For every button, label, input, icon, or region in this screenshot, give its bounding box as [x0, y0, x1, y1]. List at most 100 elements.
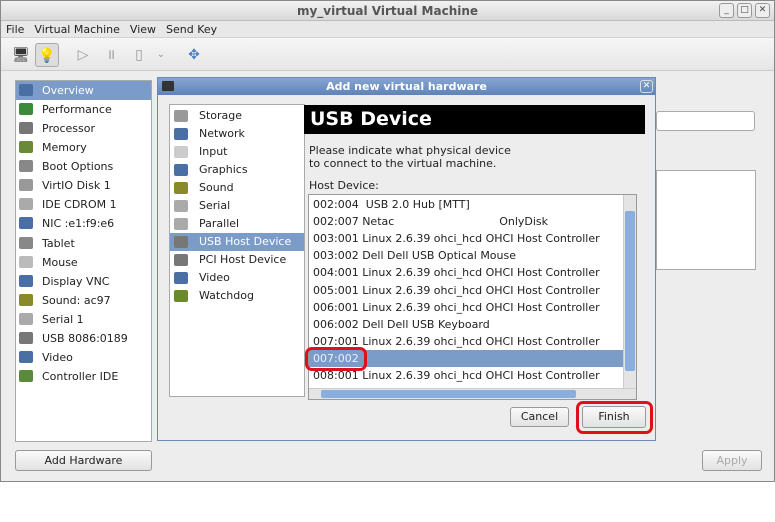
hardware-icon — [19, 217, 33, 230]
annotation-highlight-device — [305, 347, 367, 371]
category-item[interactable]: Parallel — [170, 215, 304, 233]
sidebar-item[interactable]: Memory — [16, 138, 151, 157]
device-row[interactable]: 004:001 Linux 2.6.39 ohci_hcd OHCI Host … — [309, 264, 623, 281]
menu-bar: File Virtual Machine View Send Key — [1, 21, 774, 38]
device-row[interactable]: 005:001 Linux 2.6.39 ohci_hcd OHCI Host … — [309, 282, 623, 299]
category-item[interactable]: Video — [170, 269, 304, 287]
sidebar-item[interactable]: Boot Options — [16, 157, 151, 176]
category-label: Sound — [199, 181, 234, 194]
pause-icon[interactable]: ॥ — [99, 43, 123, 67]
device-row[interactable]: 006:001 Linux 2.6.39 ohci_hcd OHCI Host … — [309, 299, 623, 316]
category-label: Watchdog — [199, 289, 254, 302]
fullscreen-icon[interactable]: ✥ — [182, 43, 206, 67]
hardware-icon — [19, 103, 33, 116]
device-row[interactable]: 006:002 Dell Dell USB Keyboard — [309, 316, 623, 333]
sidebar-item-label: Controller IDE — [42, 370, 119, 384]
sidebar-item[interactable]: Mouse — [16, 253, 151, 272]
category-label: PCI Host Device — [199, 253, 287, 266]
sidebar-item[interactable]: Controller IDE — [16, 367, 151, 386]
sidebar-item-label: NIC :e1:f9:e6 — [42, 217, 115, 231]
sidebar-item[interactable]: Video — [16, 348, 151, 367]
category-item[interactable]: PCI Host Device — [170, 251, 304, 269]
sidebar-item[interactable]: NIC :e1:f9:e6 — [16, 214, 151, 233]
dialog-title: Add new virtual hardware — [326, 80, 487, 93]
menu-file[interactable]: File — [1, 21, 29, 38]
finish-button[interactable]: Finish — [582, 406, 646, 428]
host-device-label: Host Device: — [309, 179, 379, 192]
section-header: USB Device — [304, 105, 645, 134]
category-item[interactable]: Serial — [170, 197, 304, 215]
category-item[interactable]: Graphics — [170, 161, 304, 179]
category-label: Graphics — [199, 163, 248, 176]
category-item[interactable]: Network — [170, 125, 304, 143]
close-button[interactable]: ✕ — [755, 3, 770, 18]
hardware-icon — [19, 331, 33, 344]
cancel-button[interactable]: Cancel — [510, 407, 569, 427]
category-item[interactable]: Input — [170, 143, 304, 161]
name-field[interactable] — [656, 111, 755, 131]
menu-virtual-machine[interactable]: Virtual Machine — [29, 21, 125, 38]
add-hardware-dialog: Add new virtual hardware ✕ Storage Networ… — [157, 77, 656, 441]
console-icon[interactable]: 🖥 — [9, 43, 33, 67]
hardware-icon — [19, 198, 33, 211]
sidebar-item-label: Processor — [42, 122, 95, 136]
hscrollbar-thumb[interactable] — [321, 390, 576, 398]
sidebar-item[interactable]: Serial 1 — [16, 310, 151, 329]
category-label: Parallel — [199, 217, 240, 230]
add-hardware-button[interactable]: Add Hardware — [15, 450, 152, 471]
sidebar-item[interactable]: Performance — [16, 100, 151, 119]
shutdown-icon[interactable]: ▯ — [127, 43, 151, 67]
sidebar-item-label: Mouse — [42, 255, 78, 269]
category-label: Network — [199, 127, 245, 140]
sidebar-item[interactable]: Overview — [16, 81, 151, 100]
apply-button[interactable]: Apply — [702, 450, 762, 471]
hardware-icon — [19, 160, 33, 173]
description-field[interactable] — [656, 170, 756, 270]
device-row[interactable]: 003:001 Linux 2.6.39 ohci_hcd OHCI Host … — [309, 230, 623, 247]
sidebar-item[interactable]: USB 8086:0189 — [16, 329, 151, 348]
dropdown-icon[interactable]: ⌄ — [149, 43, 173, 67]
hardware-icon — [19, 179, 33, 192]
sidebar-item[interactable]: Tablet — [16, 234, 151, 253]
sidebar-item[interactable]: IDE CDROM 1 — [16, 195, 151, 214]
dialog-close-icon[interactable]: ✕ — [640, 80, 653, 93]
category-label: Storage — [199, 109, 243, 122]
hardware-icon — [19, 84, 33, 96]
sidebar-item-label: Tablet — [42, 236, 75, 250]
category-item[interactable]: Storage — [170, 107, 304, 125]
menu-view[interactable]: View — [125, 21, 161, 38]
sidebar-item-label: Memory — [42, 141, 87, 155]
scrollbar-thumb[interactable] — [625, 211, 635, 371]
hardware-icon — [19, 122, 33, 135]
hardware-icon — [19, 293, 33, 306]
category-label: Serial — [199, 199, 231, 212]
category-item[interactable]: USB Host Device — [170, 233, 304, 251]
minimize-button[interactable]: _ — [719, 3, 734, 18]
device-row[interactable]: 003:002 Dell Dell USB Optical Mouse — [309, 247, 623, 264]
category-item[interactable]: Sound — [170, 179, 304, 197]
details-icon[interactable]: 💡 — [35, 43, 59, 67]
sidebar-item-label: Performance — [42, 103, 112, 117]
hardware-category-list: Storage Network Input Graphics Sound Serial Pa… — [169, 104, 305, 397]
device-row[interactable]: 002:007 Netac OnlyDisk — [309, 213, 623, 230]
sidebar-item-label: VirtIO Disk 1 — [42, 179, 111, 193]
sidebar-item[interactable]: Sound: ac97 — [16, 291, 151, 310]
sidebar-item[interactable]: VirtIO Disk 1 — [16, 176, 151, 195]
hardware-list: Overview Performance Processor Memory Boot O… — [15, 80, 152, 442]
sidebar-item-label: Video — [42, 350, 73, 364]
sidebar-item-label: IDE CDROM 1 — [42, 198, 117, 212]
dialog-title-bar: Add new virtual hardware — [158, 78, 655, 95]
sidebar-item-label: Overview — [42, 84, 94, 97]
sidebar-item[interactable]: Processor — [16, 119, 151, 138]
category-item[interactable]: Watchdog — [170, 287, 304, 305]
hardware-icon — [19, 141, 33, 154]
vertical-scrollbar[interactable] — [623, 195, 636, 388]
menu-send-key[interactable]: Send Key — [161, 21, 222, 38]
device-row[interactable]: 002:004 USB 2.0 Hub [MTT] — [309, 196, 623, 213]
sidebar-item[interactable]: Display VNC — [16, 272, 151, 291]
category-icon — [174, 164, 188, 176]
run-icon[interactable]: ▷ — [71, 43, 95, 67]
horizontal-scrollbar[interactable] — [309, 388, 636, 399]
maximize-button[interactable]: □ — [737, 3, 752, 18]
category-label: Input — [199, 145, 228, 158]
